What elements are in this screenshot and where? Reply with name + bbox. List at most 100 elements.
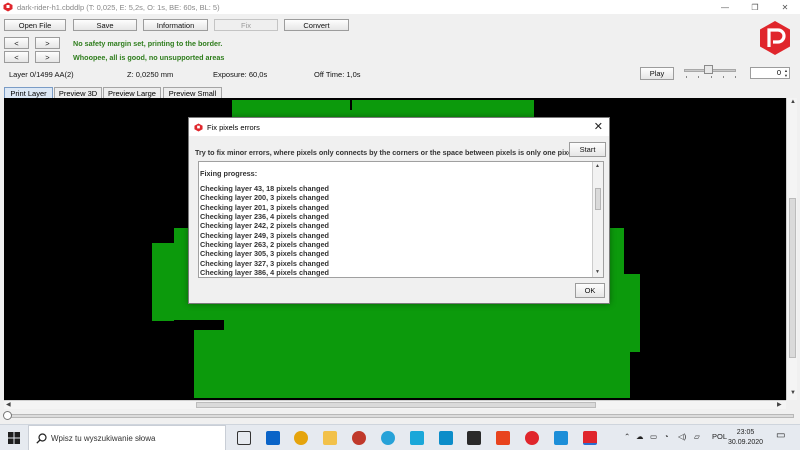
active-app-icon[interactable]: [583, 431, 597, 445]
tab-preview-small[interactable]: Preview Small: [163, 87, 222, 98]
support-prev-button[interactable]: <: [4, 51, 29, 63]
support-next-button[interactable]: >: [35, 51, 60, 63]
layer-gap: [174, 320, 224, 330]
minimize-button[interactable]: —: [710, 0, 740, 14]
dialog-title: Fix pixels errors: [207, 122, 260, 132]
speed-slider-ticks: [686, 76, 736, 78]
maximize-button[interactable]: ❐: [740, 0, 770, 14]
app-icon-dark[interactable]: [467, 431, 481, 445]
layer-spinner[interactable]: 0 ▲ ▼: [750, 67, 790, 79]
canvas-horizontal-scrollbar[interactable]: ◀ ▶: [4, 400, 786, 409]
tray-icon[interactable]: ▭: [650, 432, 657, 441]
log-line: Checking layer 386, 4 pixels changed: [200, 268, 329, 278]
layer-info: Layer 0/1499 AA(2): [9, 70, 74, 79]
play-button[interactable]: Play: [640, 67, 674, 80]
clock-date: 30.09.2020: [728, 439, 764, 446]
layer-slider-track[interactable]: [4, 414, 794, 418]
log-scroll-up-icon[interactable]: ▲: [595, 163, 600, 169]
log-line: Checking layer 242, 2 pixels changed: [200, 221, 329, 231]
scroll-down-icon[interactable]: ▼: [790, 390, 796, 396]
app-icon-cyan[interactable]: [410, 431, 424, 445]
tab-preview-large[interactable]: Preview Large: [103, 87, 161, 98]
taskbar: Wpisz tu wyszukiwanie słowa ⌃ ☁ ▭ ◔ ◁) ▱…: [0, 424, 800, 450]
log-scrollbar[interactable]: ▲ ▼: [592, 162, 603, 277]
chrome-icon[interactable]: [294, 431, 308, 445]
scroll-right-icon[interactable]: ▶: [777, 401, 782, 408]
ok-button[interactable]: OK: [575, 283, 605, 298]
app-logo: [760, 21, 790, 55]
layer-shape: [194, 326, 630, 398]
dialog-app-icon: [194, 122, 203, 132]
log-scroll-thumb[interactable]: [595, 188, 601, 210]
log-lines: Checking layer 43, 18 pixels changed Che…: [200, 184, 329, 277]
margin-message: No safety margin set, printing to the bo…: [73, 39, 223, 48]
outlook-icon[interactable]: [266, 431, 280, 445]
spinner-arrows-icon[interactable]: ▲ ▼: [782, 68, 788, 78]
app-icon-blue[interactable]: [381, 431, 395, 445]
network-icon[interactable]: ◔: [664, 432, 669, 441]
log-line: Checking layer 327, 3 pixels changed: [200, 258, 329, 268]
tab-preview-3d[interactable]: Preview 3D: [54, 87, 102, 98]
dialog-description: Try to fix minor errors, where pixels on…: [195, 148, 577, 157]
title-bar: dark-rider-h1.cbddlp (T: 0,025, E: 5,2s,…: [0, 0, 800, 14]
vertical-scroll-thumb[interactable]: [789, 198, 796, 358]
tray-icon[interactable]: ☁: [636, 432, 644, 441]
language-indicator[interactable]: POL: [712, 432, 727, 441]
fix-pixels-dialog: Fix pixels errors ✕ Try to fix minor err…: [188, 117, 610, 304]
tray-arrow-icon[interactable]: ⌃: [624, 432, 630, 441]
open-file-button[interactable]: Open File: [4, 19, 66, 31]
dialog-close-icon[interactable]: ✕: [594, 120, 603, 133]
margin-prev-button[interactable]: <: [4, 37, 29, 49]
margin-next-button[interactable]: >: [35, 37, 60, 49]
log-scroll-down-icon[interactable]: ▼: [595, 269, 600, 275]
notifications-icon[interactable]: ▭: [776, 430, 785, 441]
layer-shape: [152, 243, 182, 321]
scroll-left-icon[interactable]: ◀: [6, 401, 11, 408]
app-icon-red[interactable]: [352, 431, 366, 445]
layer-spinner-value: 0: [776, 68, 781, 77]
tab-print-layer[interactable]: Print Layer: [4, 87, 53, 98]
log-line: Checking layer 249, 3 pixels changed: [200, 230, 329, 240]
app-icon-teal[interactable]: [439, 431, 453, 445]
scroll-up-icon[interactable]: ▲: [790, 99, 796, 105]
layer-notch: [350, 100, 352, 110]
information-button[interactable]: Information: [143, 19, 208, 31]
file-explorer-icon[interactable]: [323, 431, 337, 445]
window-title: dark-rider-h1.cbddlp (T: 0,025, E: 5,2s,…: [17, 2, 220, 12]
app-icon: [3, 2, 13, 12]
window-controls: — ❐ ✕: [710, 0, 800, 14]
app-icon-c[interactable]: [554, 431, 568, 445]
office-icon[interactable]: [496, 431, 510, 445]
convert-button[interactable]: Convert: [284, 19, 349, 31]
clock-time: 23:05: [736, 429, 755, 436]
layer-slider-thumb[interactable]: [3, 411, 12, 420]
search-icon: [36, 433, 47, 444]
close-button[interactable]: ✕: [770, 0, 800, 14]
log-line: Checking layer 305, 3 pixels changed: [200, 249, 329, 259]
exposure-info: Exposure: 60,0s: [213, 70, 268, 79]
log-heading: Fixing progress:: [200, 169, 258, 178]
slicer-icon[interactable]: [525, 431, 539, 445]
off-time-info: Off Time: 1,0s: [314, 70, 361, 79]
speed-slider-thumb[interactable]: [704, 65, 713, 74]
taskbar-search-box[interactable]: Wpisz tu wyszukiwanie słowa: [28, 425, 226, 450]
log-line: Checking layer 236, 4 pixels changed: [200, 212, 329, 222]
start-button[interactable]: Start: [569, 142, 606, 157]
windows-logo-icon: [8, 432, 20, 444]
horizontal-scroll-thumb[interactable]: [196, 402, 596, 408]
progress-log[interactable]: Fixing progress: Checking layer 43, 18 p…: [198, 161, 604, 278]
supports-message: Whoopee, all is good, no unsupported are…: [73, 53, 225, 62]
log-line: Checking layer 200, 3 pixels changed: [200, 193, 329, 203]
clock[interactable]: 23:05 30.09.2020: [728, 428, 763, 448]
log-line: Checking layer 263, 2 pixels changed: [200, 240, 329, 250]
save-button[interactable]: Save: [73, 19, 137, 31]
app-window: dark-rider-h1.cbddlp (T: 0,025, E: 5,2s,…: [0, 0, 800, 450]
search-placeholder: Wpisz tu wyszukiwanie słowa: [51, 433, 156, 443]
fix-button[interactable]: Fix: [214, 19, 278, 31]
log-line: Checking layer 43, 18 pixels changed: [200, 184, 329, 193]
volume-icon[interactable]: ◁): [678, 432, 686, 441]
canvas-vertical-scrollbar[interactable]: ▲ ▼: [786, 98, 797, 400]
task-view-icon[interactable]: [237, 431, 251, 445]
windows-start-icon[interactable]: [0, 425, 28, 450]
tray-icon[interactable]: ▱: [694, 432, 700, 441]
